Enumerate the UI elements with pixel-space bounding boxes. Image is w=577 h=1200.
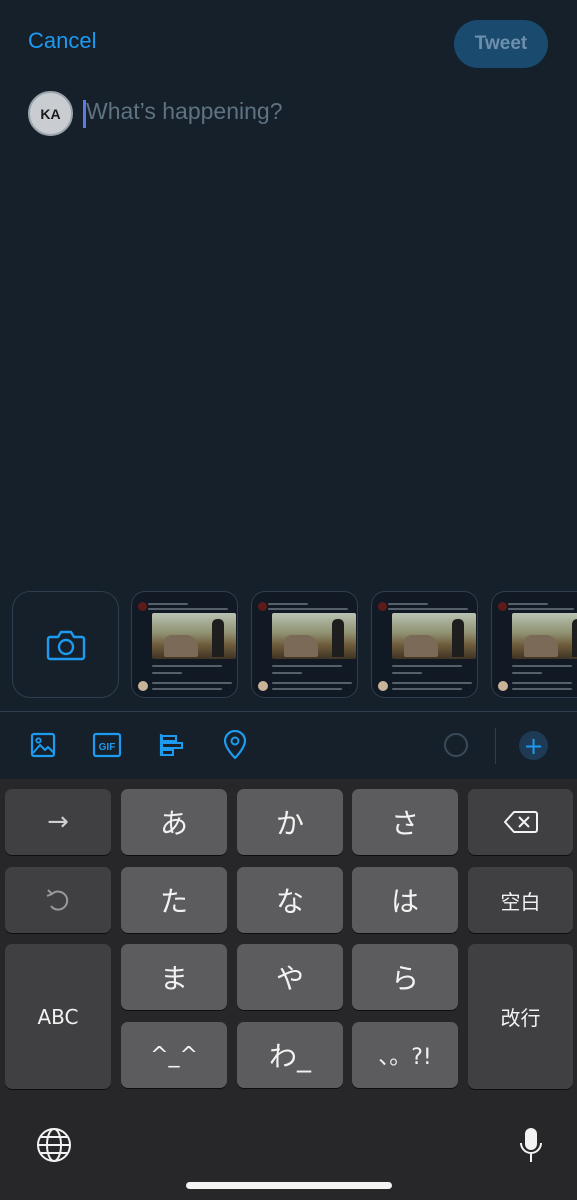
tweet-button[interactable]: Tweet (454, 20, 548, 68)
undo-icon (46, 889, 69, 911)
thumb-avatar (378, 602, 387, 611)
key-abc[interactable]: ABC (5, 944, 111, 1089)
camera-icon (46, 630, 85, 660)
key-ta[interactable]: た (121, 867, 227, 933)
thumb-avatar-2 (138, 681, 148, 691)
key-space[interactable]: 空白 (468, 867, 573, 933)
key-delete[interactable] (468, 789, 573, 855)
key-punctuation[interactable]: 、。?! (352, 1022, 458, 1088)
delete-icon (503, 811, 538, 833)
gif-label: GIF (99, 742, 116, 753)
add-image-button[interactable] (27, 729, 59, 761)
key-a[interactable]: あ (121, 789, 227, 855)
key-sa[interactable]: さ (352, 789, 458, 855)
tweet-compose-input[interactable]: What’s happening? (86, 98, 283, 125)
add-gif-button[interactable]: GIF (91, 729, 123, 761)
cancel-button[interactable]: Cancel (28, 28, 96, 54)
key-enter[interactable]: 改行 (468, 944, 573, 1089)
key-na[interactable]: な (237, 867, 343, 933)
thumb-avatar (138, 602, 147, 611)
thumb-avatar-2 (498, 681, 508, 691)
add-poll-button[interactable] (156, 729, 188, 761)
dictation-button[interactable] (516, 1126, 546, 1166)
globe-button[interactable] (35, 1126, 73, 1164)
arrow-right-icon: → (47, 807, 69, 837)
add-thread-button[interactable]: + (519, 731, 548, 760)
recent-photo-1[interactable] (131, 591, 238, 698)
key-ha[interactable]: は (352, 867, 458, 933)
thumb-avatar-2 (378, 681, 388, 691)
toolbar-separator (495, 728, 496, 764)
key-next-char[interactable]: → (5, 789, 111, 855)
add-location-button[interactable] (219, 729, 251, 761)
thumb-photo (392, 613, 476, 659)
thumb-photo (512, 613, 577, 659)
key-ka[interactable]: か (237, 789, 343, 855)
thumb-avatar (258, 602, 267, 611)
key-ya[interactable]: や (237, 944, 343, 1010)
globe-icon (37, 1128, 71, 1162)
microphone-icon (520, 1128, 542, 1162)
thumb-photo (152, 613, 236, 659)
location-icon (223, 730, 247, 760)
home-indicator[interactable] (186, 1182, 392, 1189)
character-count-ring (444, 733, 468, 757)
key-undo[interactable] (5, 867, 111, 933)
key-ma[interactable]: ま (121, 944, 227, 1010)
camera-button[interactable] (12, 591, 119, 698)
thumb-avatar-2 (258, 681, 268, 691)
recent-photo-3[interactable] (371, 591, 478, 698)
image-icon (30, 732, 56, 758)
key-ra[interactable]: ら (352, 944, 458, 1010)
plus-icon: + (523, 731, 544, 760)
japanese-keyboard: → あ か さ た な は 空白 ABC ま や ら 改行 ^_^ わ_ 、。?… (0, 779, 577, 1200)
recent-photo-2[interactable] (251, 591, 358, 698)
recent-photo-4[interactable] (491, 591, 577, 698)
gif-icon: GIF (92, 732, 122, 758)
key-emoticon[interactable]: ^_^ (121, 1022, 227, 1088)
thumb-photo (272, 613, 356, 659)
divider (0, 711, 577, 712)
avatar[interactable]: KA (28, 91, 73, 136)
key-wa[interactable]: わ_ (237, 1022, 343, 1088)
poll-icon (159, 734, 183, 756)
thumb-avatar (498, 602, 507, 611)
